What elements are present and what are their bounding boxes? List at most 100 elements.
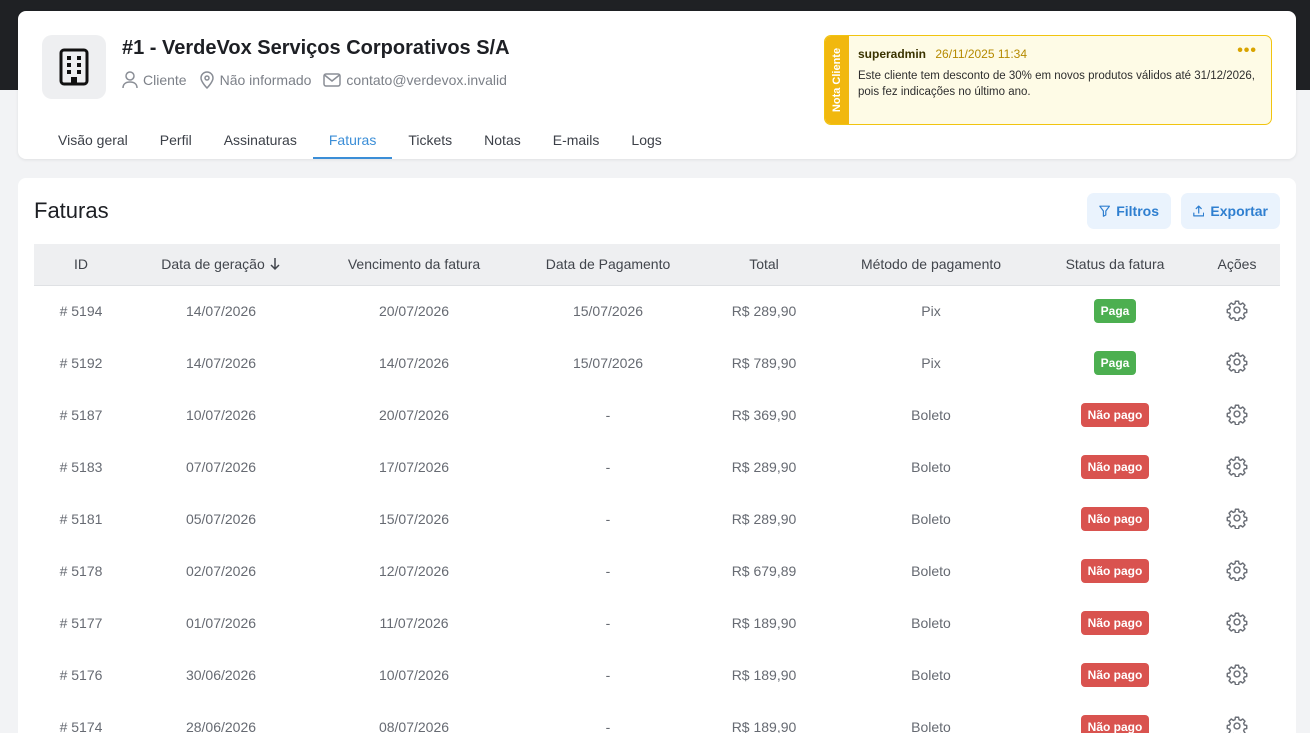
cell-total: R$ 289,90 — [731, 303, 797, 320]
cell-total: R$ 289,90 — [731, 459, 797, 475]
cell-id[interactable]: # 5183 — [34, 441, 128, 493]
col-header-paid-date: Data de Pagamento — [514, 244, 702, 286]
cell-due: 12/07/2026 — [378, 563, 450, 579]
cell-generated: 14/07/2026 — [185, 355, 257, 371]
location-pin-icon — [199, 71, 214, 89]
table-row: # 5174 28/06/2026 08/07/2026 - R$ 189,90 Bole… — [34, 701, 1280, 733]
client-note: Nota Cliente superadmin 26/11/2025 11:34… — [824, 35, 1272, 125]
client-email-label: contato@verdevox.invalid — [346, 72, 507, 88]
cell-total: R$ 189,90 — [731, 719, 797, 733]
cell-total: R$ 189,90 — [731, 615, 797, 631]
tab-assinaturas[interactable]: Assinaturas — [208, 123, 313, 159]
col-header-total: Total — [702, 244, 826, 286]
cell-total: R$ 189,90 — [731, 667, 797, 683]
cell-due: 11/07/2026 — [379, 615, 449, 631]
cell-status: Não pago — [1036, 389, 1194, 441]
gear-icon[interactable] — [1226, 715, 1248, 733]
client-location-label: Não informado — [219, 72, 312, 88]
cell-method: Boleto — [911, 407, 951, 423]
filters-button[interactable]: Filtros — [1087, 193, 1171, 229]
cell-total: R$ 369,90 — [731, 407, 797, 423]
cell-id[interactable]: # 5177 — [34, 597, 128, 649]
filters-label: Filtros — [1116, 203, 1159, 219]
tab-e-mails[interactable]: E-mails — [537, 123, 616, 159]
status-badge: Não pago — [1080, 455, 1150, 479]
note-user: superadmin — [858, 47, 927, 61]
cell-paid-date: - — [605, 459, 611, 475]
cell-generated: 01/07/2026 — [185, 615, 257, 631]
gear-icon[interactable] — [1226, 663, 1248, 688]
table-row: # 5187 10/07/2026 20/07/2026 - R$ 369,90 Bole… — [34, 389, 1280, 441]
cell-due: 15/07/2026 — [378, 511, 450, 527]
cell-id[interactable]: # 5181 — [34, 493, 128, 545]
note-header: superadmin 26/11/2025 11:34 — [858, 47, 1027, 61]
gear-icon[interactable] — [1226, 507, 1248, 532]
col-header-generated[interactable]: Data de geração — [128, 244, 314, 286]
client-meta: Cliente Não informado contato@verdevox.i… — [122, 71, 519, 89]
cell-paid-date: - — [605, 719, 611, 733]
cell-actions — [1194, 441, 1280, 493]
cell-status: Não pago — [1036, 441, 1194, 493]
table-row: # 5192 14/07/2026 14/07/2026 15/07/2026 R$ 7… — [34, 337, 1280, 389]
tab-logs[interactable]: Logs — [615, 123, 677, 159]
tab-bar: Visão geral Perfil Assinaturas Faturas Ticke… — [42, 123, 678, 159]
cell-status: Não pago — [1036, 701, 1194, 733]
cell-paid-date: - — [605, 407, 611, 423]
cell-paid-date: - — [605, 667, 611, 683]
building-icon — [59, 48, 89, 86]
tab-vis-o-geral[interactable]: Visão geral — [42, 123, 144, 159]
cell-actions — [1194, 389, 1280, 441]
tab-perfil[interactable]: Perfil — [144, 123, 208, 159]
cell-total: R$ 679,89 — [731, 563, 797, 579]
client-avatar — [42, 35, 106, 99]
status-badge: Não pago — [1080, 507, 1150, 531]
invoices-table: ID Data de geração Vencimento da fatura … — [34, 244, 1280, 733]
client-header-card: #1 - VerdeVox Serviços Corporativos S/A … — [18, 11, 1296, 159]
tab-notas[interactable]: Notas — [468, 123, 537, 159]
cell-actions — [1194, 649, 1280, 701]
cell-id[interactable]: # 5187 — [34, 389, 128, 441]
cell-due: 20/07/2026 — [378, 407, 450, 423]
cell-id[interactable]: # 5192 — [34, 337, 128, 389]
export-button[interactable]: Exportar — [1181, 193, 1280, 229]
table-row: # 5194 14/07/2026 20/07/2026 15/07/2026 R$ 2… — [34, 285, 1280, 337]
note-side-text: Nota Cliente — [831, 47, 843, 113]
client-email[interactable]: contato@verdevox.invalid — [323, 72, 507, 88]
cell-method: Boleto — [911, 667, 951, 683]
gear-icon[interactable] — [1226, 455, 1248, 480]
gear-icon[interactable] — [1226, 611, 1248, 636]
cell-actions — [1194, 701, 1280, 733]
cell-total: R$ 289,90 — [731, 511, 797, 527]
cell-id[interactable]: # 5178 — [34, 545, 128, 597]
gear-icon[interactable] — [1226, 403, 1248, 428]
cell-status: Paga — [1036, 285, 1194, 337]
cell-method: Boleto — [911, 511, 951, 527]
cell-due: 08/07/2026 — [378, 719, 450, 733]
cell-paid-date: - — [605, 615, 611, 631]
cell-due: 17/07/2026 — [378, 459, 450, 475]
gear-icon[interactable] — [1226, 351, 1248, 376]
client-title: #1 - VerdeVox Serviços Corporativos S/A — [122, 37, 510, 59]
note-date: 26/11/2025 11:34 — [935, 47, 1027, 61]
note-text: Este cliente tem desconto de 30% em novo… — [858, 70, 1256, 98]
cell-generated: 30/06/2026 — [185, 667, 257, 683]
cell-paid-date: - — [605, 511, 611, 527]
cell-actions — [1194, 493, 1280, 545]
cell-actions — [1194, 337, 1280, 389]
table-row: # 5181 05/07/2026 15/07/2026 - R$ 289,90 Bole… — [34, 493, 1280, 545]
status-badge: Paga — [1093, 351, 1137, 375]
cell-id[interactable]: # 5174 — [34, 701, 128, 733]
table-header-row: ID Data de geração Vencimento da fatura … — [34, 244, 1280, 286]
gear-icon[interactable] — [1226, 559, 1248, 584]
cell-generated: 14/07/2026 — [185, 303, 257, 320]
note-menu-button[interactable]: ••• — [1237, 42, 1257, 60]
tab-faturas[interactable]: Faturas — [312, 123, 393, 159]
sort-down-icon — [270, 258, 280, 271]
cell-id[interactable]: # 5176 — [34, 649, 128, 701]
cell-method: Boleto — [911, 719, 951, 733]
status-badge: Não pago — [1080, 715, 1150, 733]
cell-id[interactable]: # 5194 — [34, 285, 128, 337]
tab-tickets[interactable]: Tickets — [392, 123, 468, 159]
gear-icon[interactable] — [1226, 299, 1248, 324]
cell-method: Boleto — [911, 459, 951, 475]
